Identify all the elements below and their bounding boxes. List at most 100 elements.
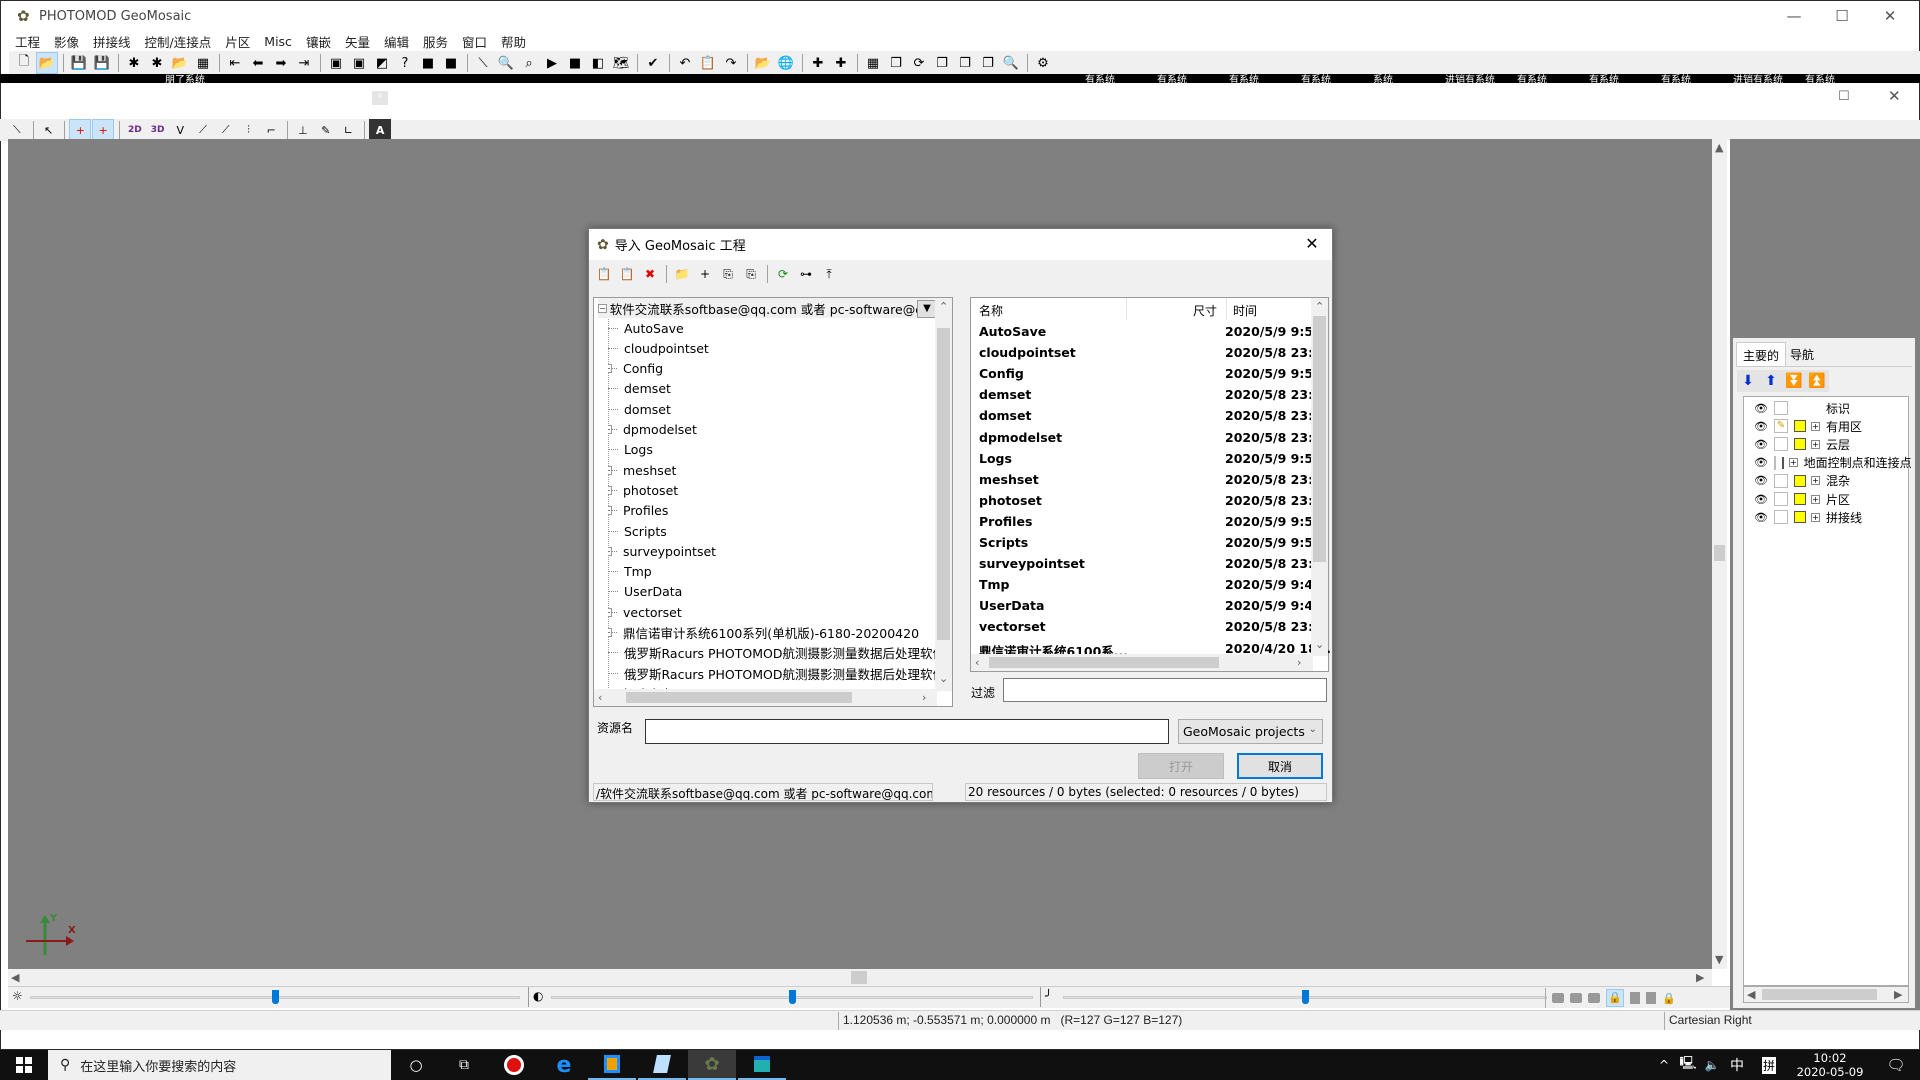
tree-vertical-scrollbar[interactable]: ⌃ ⌄	[935, 298, 952, 691]
page-1-icon[interactable]	[1630, 992, 1640, 1004]
tree-item[interactable]: Tmp	[608, 562, 948, 582]
list-row[interactable]: cloudpointset 2020/5/8 23:...	[971, 342, 1327, 363]
column-size[interactable]: 尺寸	[1193, 302, 1217, 319]
list-row[interactable]: demset 2020/5/8 23:...	[971, 384, 1327, 405]
visibility-eye-icon[interactable]: 👁	[1754, 456, 1768, 469]
open-image-icon[interactable]: 📂	[752, 52, 774, 74]
list-row[interactable]: meshset 2020/5/8 23:...	[971, 469, 1327, 490]
move-down-icon[interactable]: ⬇	[1737, 370, 1759, 392]
menu-item-6[interactable]: 镶嵌	[306, 32, 331, 51]
tree-item[interactable]: +meshset	[608, 460, 948, 480]
layer-color-swatch[interactable]	[1794, 511, 1806, 524]
add-point-icon[interactable]: +	[69, 119, 92, 141]
dialog-close-button[interactable]: ✕	[1298, 232, 1326, 256]
mode-2-icon[interactable]	[1570, 993, 1582, 1003]
app-vmware-icon[interactable]	[588, 1050, 636, 1080]
recorder-app-icon[interactable]	[490, 1050, 538, 1080]
tree-item[interactable]: +Profiles	[608, 501, 948, 521]
layer-color-swatch[interactable]	[1794, 474, 1806, 487]
expand-icon[interactable]: +	[1811, 512, 1820, 522]
edit-toggle[interactable]	[1774, 510, 1788, 525]
minimize-button[interactable]: —	[1771, 1, 1817, 31]
visibility-eye-icon[interactable]: 👁	[1754, 511, 1768, 524]
column-time[interactable]: 时间	[1233, 302, 1257, 319]
maximize-button[interactable]: ☐	[1819, 1, 1865, 31]
menu-item-10[interactable]: 窗口	[462, 32, 487, 51]
taskbar-search[interactable]: ⚲ 在这里输入你要搜索的内容	[48, 1050, 391, 1080]
grid-table-icon[interactable]: ▦	[192, 52, 214, 74]
layer-row[interactable]: 👁 ✎ + 有用区	[1744, 417, 1908, 435]
move-top-icon[interactable]: ⏫	[1806, 370, 1828, 392]
tab-main[interactable]: 主要的	[1736, 342, 1787, 366]
tile-windows-icon[interactable]: ▦	[862, 52, 884, 74]
tree-item[interactable]: domset	[608, 399, 948, 419]
tab-navigation[interactable]: 导航	[1784, 342, 1820, 366]
visibility-eye-icon[interactable]: 👁	[1754, 474, 1768, 487]
save-as-icon[interactable]: 💾	[91, 52, 113, 74]
edge-browser-icon[interactable]: e	[540, 1050, 588, 1080]
menu-item-8[interactable]: 编辑	[384, 32, 409, 51]
layer-row[interactable]: 👁 + 片区	[1744, 490, 1908, 508]
map-folder-icon[interactable]: 🗺	[610, 52, 632, 74]
edit-toggle[interactable]	[1774, 401, 1788, 415]
paste-down-icon[interactable]: 📋	[616, 263, 638, 285]
list-row[interactable]: UserData 2020/5/9 9:4...	[971, 595, 1327, 616]
image-check-icon[interactable]: ✔	[642, 52, 664, 74]
sync-icon[interactable]: ⟳	[908, 52, 930, 74]
tree-item[interactable]: +vectorset	[608, 602, 948, 622]
half-square-icon[interactable]: ◧	[587, 52, 609, 74]
list-row[interactable]: AutoSave 2020/5/9 9:5...	[971, 321, 1327, 342]
play-icon[interactable]: ▶	[541, 52, 563, 74]
pen-tool-icon[interactable]: ✎	[315, 119, 337, 141]
layer-row[interactable]: 👁 + 云层	[1744, 435, 1908, 453]
open-button[interactable]: 打开	[1138, 753, 1224, 779]
tree-item[interactable]: +Config	[608, 359, 948, 379]
mode-1-icon[interactable]	[1552, 993, 1564, 1003]
add-icon[interactable]: +	[694, 263, 716, 285]
menu-item-0[interactable]: 工程	[15, 32, 40, 51]
stop-icon[interactable]: ■	[440, 52, 462, 74]
expand-icon[interactable]: +	[1811, 494, 1820, 504]
mode-3-icon[interactable]	[1588, 993, 1600, 1003]
list-vertical-scrollbar[interactable]: ⌃ ⌄	[1311, 298, 1328, 656]
tree-item[interactable]: 俄罗斯Racurs PHOTOMOD航测摄影测量数据后处理软件	[608, 663, 948, 683]
undo-icon[interactable]: ↶	[674, 52, 696, 74]
open-globe-icon[interactable]: 🌐	[775, 52, 797, 74]
ime-mode[interactable]: 拼	[1756, 1050, 1782, 1080]
paste-up-icon[interactable]: 📋	[593, 263, 615, 285]
slider-thumb[interactable]	[789, 990, 796, 1004]
last-icon[interactable]: ⇥	[293, 52, 315, 74]
lock-icon[interactable]: 🔒	[1606, 989, 1624, 1007]
tree-item[interactable]: AutoSave	[608, 318, 948, 338]
gray-box-icon[interactable]: ■	[417, 52, 439, 74]
layer-zoom-icon[interactable]: ❐	[977, 52, 999, 74]
edit-toggle[interactable]	[1774, 437, 1788, 452]
page-2-icon[interactable]	[1646, 992, 1656, 1004]
layer-row[interactable]: 👁 + 混杂	[1744, 472, 1908, 490]
expand-icon[interactable]: +	[1811, 421, 1820, 431]
move-bottom-icon[interactable]: ⏬	[1783, 370, 1805, 392]
new-folder-icon[interactable]: 📁	[671, 263, 693, 285]
corner-add-icon[interactable]: ⌐	[260, 119, 282, 141]
polyline-icon[interactable]: ⟍	[6, 119, 28, 141]
app-photomod-icon[interactable]: ✿	[688, 1050, 736, 1080]
angle-icon[interactable]: ∟	[338, 119, 360, 141]
notification-icon[interactable]: 🗨	[1872, 1050, 1920, 1080]
menu-item-2[interactable]: 拼接线	[93, 32, 131, 51]
help-shape-icon[interactable]: ?	[394, 52, 416, 74]
tree-item[interactable]: +surveypointset	[608, 541, 948, 561]
tree-view-icon[interactable]: ⊶	[795, 263, 817, 285]
collapse-icon[interactable]: −	[598, 303, 607, 313]
search-key-icon[interactable]: 🔍	[1000, 52, 1022, 74]
copy-icon[interactable]: ⎘	[717, 263, 739, 285]
volume-icon[interactable]: 🔈	[1700, 1050, 1724, 1080]
lock-disabled-icon[interactable]: 🔒	[1662, 992, 1676, 1005]
edit-toggle[interactable]	[1774, 473, 1788, 488]
add-2d-icon[interactable]: 2D	[124, 119, 146, 141]
list-row[interactable]: domset 2020/5/8 23:...	[971, 405, 1327, 426]
app-notepad-icon[interactable]	[638, 1050, 686, 1080]
settings-icon[interactable]: ⚙	[1032, 52, 1054, 74]
menu-item-11[interactable]: 帮助	[501, 32, 526, 51]
doc-close-button[interactable]: ✕	[1888, 87, 1901, 105]
text-a-icon[interactable]: A	[369, 119, 391, 141]
